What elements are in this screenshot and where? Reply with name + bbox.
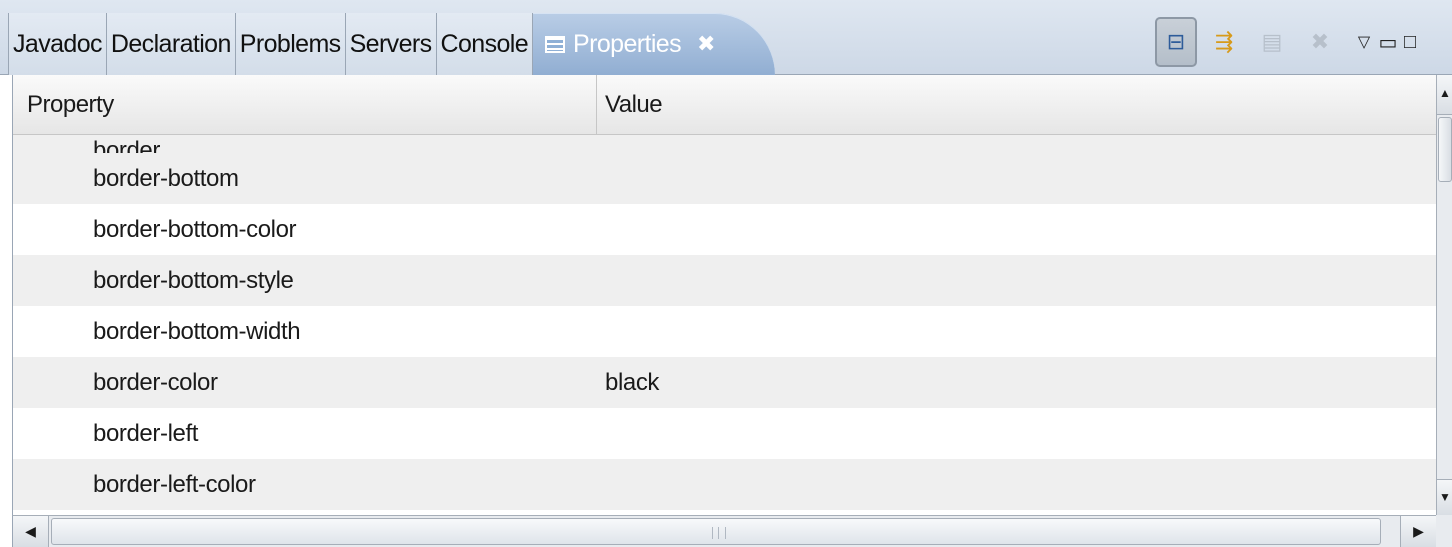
scroll-up-arrow-icon[interactable]: ▲ (1437, 75, 1452, 115)
property-value[interactable]: black (597, 369, 659, 397)
property-name: border-bottom (93, 164, 239, 192)
restore-icon: ▤ (1261, 29, 1283, 54)
tab-properties[interactable]: Properties ✖ (533, 13, 775, 75)
restore-default-button[interactable]: ▤ (1251, 17, 1293, 67)
table-row[interactable]: border-color black (13, 357, 1436, 408)
table-row[interactable]: border-bottom-color (13, 204, 1436, 255)
property-name: border-left-color (93, 470, 256, 498)
table-header: Property Value (13, 75, 1436, 135)
column-header-value[interactable]: Value (597, 75, 1436, 135)
show-advanced-button[interactable]: ⇶ (1203, 17, 1245, 67)
vertical-scroll-thumb[interactable] (1438, 117, 1452, 182)
horizontal-scroll-thumb[interactable] (51, 518, 1381, 545)
minimize-icon: ▭ (1378, 31, 1398, 54)
tab-strip: Javadoc Declaration Problems Servers Con… (8, 13, 775, 75)
tab-declaration[interactable]: Declaration (106, 13, 236, 75)
scroll-right-arrow-icon[interactable]: ▶ (1400, 516, 1436, 547)
scrollbar-corner (1436, 515, 1452, 547)
property-name: border-bottom-color (93, 215, 297, 243)
view-menu-button[interactable]: ▽ (1351, 17, 1377, 67)
property-name: border (93, 137, 160, 153)
maximize-button[interactable]: □ (1399, 17, 1421, 67)
tab-console[interactable]: Console (436, 13, 534, 75)
table-row[interactable]: border (13, 135, 1436, 153)
vertical-scrollbar[interactable]: ▲ ▼ (1436, 75, 1452, 515)
property-name: border-bottom-style (93, 266, 294, 294)
table-row[interactable]: border-bottom (13, 153, 1436, 204)
view-toolbar: ⊟ ⇶ ▤ ✖ ▽ ▭ □ (1155, 14, 1421, 70)
tab-properties-label: Properties (573, 29, 682, 58)
horizontal-scrollbar[interactable]: ◀ ▶ (12, 515, 1436, 547)
table-row[interactable]: border-bottom-width (13, 306, 1436, 357)
property-name: border-left (93, 419, 198, 447)
table-body: border border-bottom border-bottom-color… (13, 135, 1436, 510)
table-row[interactable]: border-left (13, 408, 1436, 459)
property-name: border-color (93, 368, 218, 396)
delete-x-icon: ✖ (1310, 29, 1330, 54)
tree-icon: ⊟ (1166, 29, 1186, 54)
filter-arrows-icon: ⇶ (1214, 29, 1234, 54)
properties-table-icon (545, 35, 566, 53)
table-row[interactable]: border-bottom-style (13, 255, 1436, 306)
scroll-down-arrow-icon[interactable]: ▼ (1437, 479, 1452, 515)
scroll-left-arrow-icon[interactable]: ◀ (13, 516, 49, 547)
tab-servers[interactable]: Servers (345, 13, 437, 75)
table-row[interactable]: border-left-color (13, 459, 1436, 510)
tab-javadoc[interactable]: Javadoc (9, 13, 107, 75)
tab-problems[interactable]: Problems (235, 13, 346, 75)
scroll-grip-icon (712, 527, 726, 539)
delete-property-button[interactable]: ✖ (1299, 17, 1341, 67)
properties-table: Property Value border border-bottom bord… (12, 75, 1436, 515)
property-name: border-bottom-width (93, 317, 301, 345)
column-header-property[interactable]: Property (13, 75, 597, 135)
show-categories-button[interactable]: ⊟ (1155, 17, 1197, 67)
close-icon[interactable]: ✖ (697, 31, 715, 57)
view-tab-bar: Javadoc Declaration Problems Servers Con… (0, 0, 1452, 75)
minimize-button[interactable]: ▭ (1377, 17, 1399, 67)
maximize-icon: □ (1403, 30, 1417, 53)
triangle-down-icon: ▽ (1357, 34, 1371, 51)
